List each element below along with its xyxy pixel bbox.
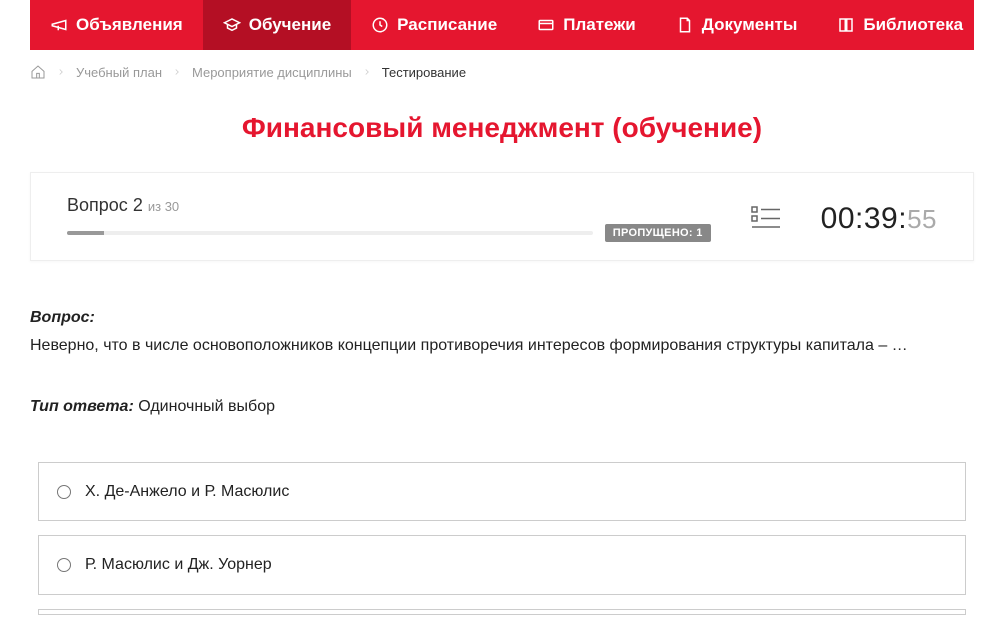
nav-payments[interactable]: Платежи <box>517 0 656 50</box>
chevron-right-icon <box>362 65 372 80</box>
quiz-status-card: Вопрос 2 из 30 ПРОПУЩЕНО: 1 00:39:55 <box>30 172 974 261</box>
answer-option[interactable] <box>38 609 966 615</box>
clock-icon <box>371 16 389 34</box>
education-icon <box>223 16 241 34</box>
timer: 00:39:55 <box>821 202 937 236</box>
book-icon <box>837 16 855 34</box>
main-nav: Объявления Обучение Расписание Платежи Д… <box>30 0 974 50</box>
question-label: Вопрос: <box>30 305 974 331</box>
nav-label: Документы <box>702 15 798 35</box>
breadcrumb-link[interactable]: Учебный план <box>76 65 162 80</box>
payment-icon <box>537 16 555 34</box>
option-text: Р. Масюлис и Дж. Уорнер <box>85 552 272 578</box>
page-title: Финансовый менеджмент (обучение) <box>30 112 974 144</box>
radio-input[interactable] <box>57 485 71 499</box>
breadcrumb-current: Тестирование <box>382 65 466 80</box>
option-text: Х. Де-Анжело и Р. Масюлис <box>85 479 289 505</box>
chevron-right-icon <box>56 65 66 80</box>
nav-label: Библиотека <box>863 15 963 35</box>
breadcrumb: Учебный план Мероприятие дисциплины Тест… <box>30 50 974 94</box>
question-text: Неверно, что в числе основоположников ко… <box>30 333 974 359</box>
answer-type: Тип ответа: Одиночный выбор <box>30 394 974 420</box>
skipped-badge: ПРОПУЩЕНО: 1 <box>605 224 711 242</box>
nav-education[interactable]: Обучение <box>203 0 351 50</box>
document-icon <box>676 16 694 34</box>
chevron-right-icon <box>172 65 182 80</box>
home-icon[interactable] <box>30 64 46 80</box>
megaphone-icon <box>50 16 68 34</box>
nav-label: Объявления <box>76 15 183 35</box>
nav-label: Платежи <box>563 15 636 35</box>
breadcrumb-link[interactable]: Мероприятие дисциплины <box>192 65 352 80</box>
answer-option[interactable]: Х. Де-Анжело и Р. Масюлис <box>38 462 966 522</box>
radio-input[interactable] <box>57 558 71 572</box>
question-content: Вопрос: Неверно, что в числе основополож… <box>30 305 974 615</box>
progress-fill <box>67 231 104 235</box>
nav-documents[interactable]: Документы <box>656 0 818 50</box>
nav-label: Расписание <box>397 15 497 35</box>
question-counter: Вопрос 2 из 30 <box>67 195 711 216</box>
nav-announcements[interactable]: Объявления <box>30 0 203 50</box>
progress-bar <box>67 231 593 235</box>
chevron-down-icon <box>975 19 987 31</box>
nav-schedule[interactable]: Расписание <box>351 0 517 50</box>
nav-library[interactable]: Библиотека <box>817 0 1004 50</box>
answer-option[interactable]: Р. Масюлис и Дж. Уорнер <box>38 535 966 595</box>
question-list-icon[interactable] <box>751 205 781 233</box>
nav-label: Обучение <box>249 15 331 35</box>
answer-options: Х. Де-Анжело и Р. Масюлис Р. Масюлис и Д… <box>38 462 966 615</box>
